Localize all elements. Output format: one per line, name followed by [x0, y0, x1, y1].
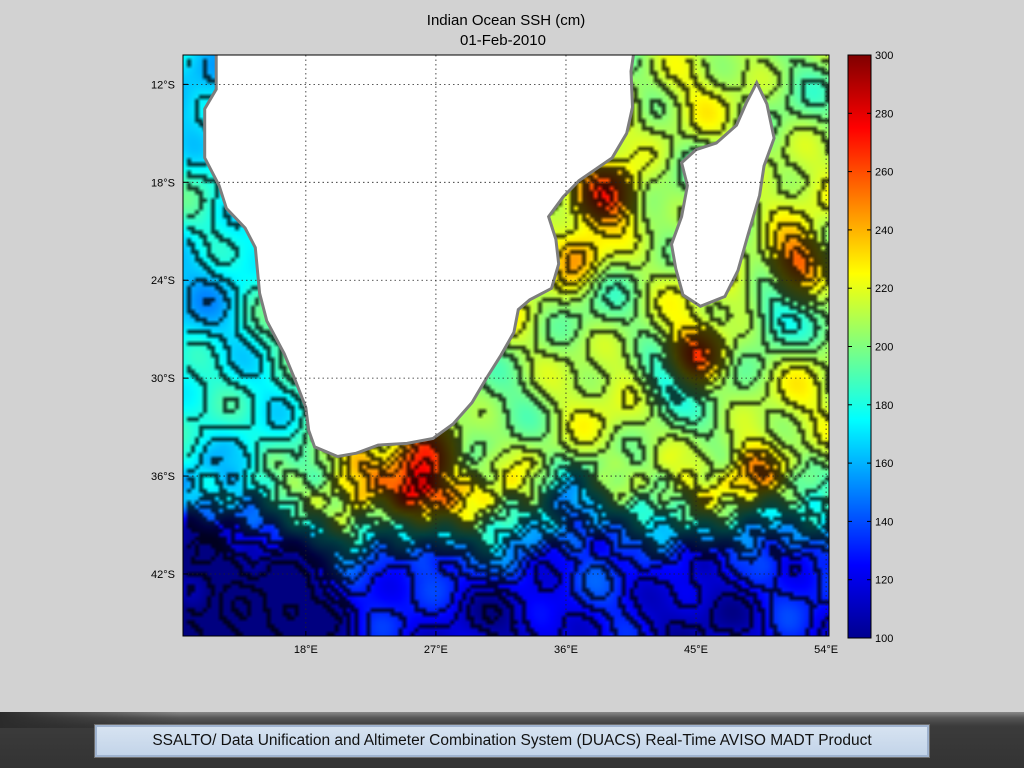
ssh-figure: Indian Ocean SSH (cm) 01-Feb-2010 18°E 27…	[151, 12, 893, 656]
colorbar-tick-label: 160	[875, 458, 893, 470]
colorbar-tick-label: 240	[875, 225, 893, 237]
caption-text: SSALTO/ Data Unification and Altimeter C…	[152, 732, 872, 749]
y-tick-label: 36°S	[151, 471, 175, 483]
colorbar: 300 280 260 240 220 200 180 160 140 120 100	[847, 50, 893, 645]
y-axis: 12°S 18°S 24°S 30°S 36°S 42°S	[151, 79, 188, 581]
chart-subtitle: 01-Feb-2010	[460, 32, 546, 49]
y-tick-label: 18°S	[151, 177, 175, 189]
caption-box: SSALTO/ Data Unification and Altimeter C…	[95, 725, 929, 757]
slide: Indian Ocean SSH (cm) 01-Feb-2010 18°E 27…	[0, 0, 1024, 768]
colorbar-tick-label: 260	[875, 167, 893, 179]
colorbar-tick-label: 200	[875, 342, 893, 354]
colorbar-tick-label: 140	[875, 516, 893, 528]
y-tick-label: 30°S	[151, 373, 175, 385]
colorbar-tick-label: 180	[875, 400, 893, 412]
colorbar-tick-label: 220	[875, 283, 893, 295]
colorbar-tick-label: 100	[875, 633, 893, 645]
x-tick-label: 27°E	[424, 644, 448, 656]
chart-title: Indian Ocean SSH (cm)	[427, 12, 585, 29]
x-tick-label: 54°E	[814, 644, 838, 656]
x-tick-label: 36°E	[554, 644, 578, 656]
y-tick-label: 24°S	[151, 275, 175, 287]
plot-area: 18°E 27°E 36°E 45°E 54°E 12°S 18°S 24°S 30°S 36°…	[151, 54, 838, 656]
y-tick-label: 12°S	[151, 79, 175, 91]
colorbar-tick-label: 120	[875, 575, 893, 587]
colorbar-tick-label: 280	[875, 108, 893, 120]
y-tick-label: 42°S	[151, 569, 175, 581]
colorbar-tick-label: 300	[875, 50, 893, 62]
x-tick-label: 18°E	[294, 644, 318, 656]
x-tick-label: 45°E	[684, 644, 708, 656]
